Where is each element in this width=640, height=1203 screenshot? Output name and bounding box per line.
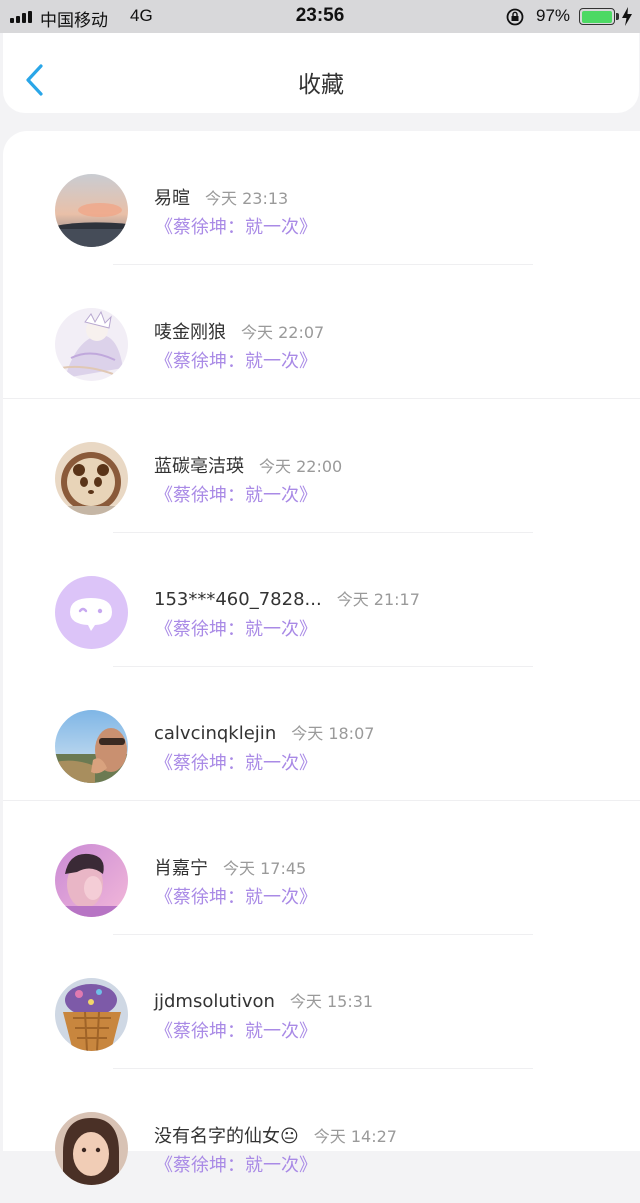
avatar[interactable]: [55, 710, 128, 783]
favorite-title: 《蔡徐坤：就一次》: [155, 1155, 317, 1176]
battery-tip: [616, 13, 619, 20]
list-item[interactable]: jjdmsolutivon 今天 15:31 《蔡徐坤：就一次》: [3, 935, 640, 1069]
list-item[interactable]: 蓝碳亳洁瑛 今天 22:00 《蔡徐坤：就一次》: [3, 399, 640, 533]
user-name: 易暄: [154, 188, 190, 209]
user-name: 蓝碳亳洁瑛: [154, 456, 244, 477]
name-time-line: 肖嘉宁 今天 17:45: [154, 854, 306, 880]
battery-fill: [581, 10, 612, 23]
waffle-avatar-image: [55, 978, 128, 1051]
favorite-title: 《蔡徐坤：就一次》: [155, 753, 317, 774]
favorite-time: 今天 17:45: [223, 859, 307, 878]
favorite-title: 《蔡徐坤：就一次》: [155, 217, 317, 238]
name-time-line: 153***460_7828... 今天 21:17: [154, 586, 420, 612]
name-time-line: 蓝碳亳洁瑛 今天 22:00: [154, 452, 342, 478]
user-name: 唛金刚狼: [154, 322, 226, 343]
battery-icon: [579, 8, 615, 25]
favorite-time: 今天 23:13: [205, 189, 289, 208]
favorite-title: 《蔡徐坤：就一次》: [155, 887, 317, 908]
user-name: jjdmsolutivon: [154, 991, 275, 1012]
page-title: 收藏: [298, 72, 344, 98]
name-time-line: 易暄 今天 23:13: [154, 184, 288, 210]
battery-percent: 97%: [536, 6, 571, 25]
avatar[interactable]: [55, 576, 128, 649]
girl-portrait-avatar-image: [55, 1112, 128, 1185]
avatar[interactable]: [55, 1112, 128, 1185]
user-name: 153***460_7828...: [154, 589, 322, 610]
rotation-lock-icon: [506, 8, 524, 26]
name-time-line: calvcinqklejin 今天 18:07: [154, 720, 374, 746]
favorites-list: 易暄 今天 23:13 《蔡徐坤：就一次》 唛金刚狼 今天 22:07 《蔡徐坤：就…: [3, 131, 640, 1185]
sunset-avatar-image: [55, 174, 128, 247]
avatar[interactable]: [55, 978, 128, 1051]
name-time-line: jjdmsolutivon 今天 15:31: [154, 988, 373, 1014]
nav-bar: 收藏: [3, 33, 639, 113]
favorite-title: 《蔡徐坤：就一次》: [155, 351, 317, 372]
favorite-title: 《蔡徐坤：就一次》: [155, 1021, 317, 1042]
user-name: calvcinqklejin: [154, 723, 277, 744]
favorite-time: 今天 22:00: [259, 457, 343, 476]
user-name: 肖嘉宁: [154, 858, 208, 879]
charging-bolt-icon: [622, 7, 632, 26]
favorite-title: 《蔡徐坤：就一次》: [155, 485, 317, 506]
pink-portrait-avatar-image: [55, 844, 128, 917]
avatar[interactable]: [55, 174, 128, 247]
list-item[interactable]: 没有名字的仙女😐 今天 14:27 《蔡徐坤：就一次》: [3, 1069, 640, 1203]
person-avatar-image: [55, 710, 128, 783]
panda-latte-avatar-image: [55, 442, 128, 515]
user-name: 没有名字的仙女😐: [154, 1126, 299, 1147]
favorite-time: 今天 15:31: [289, 992, 374, 1011]
favorite-time: 今天 18:07: [291, 724, 375, 743]
avatar[interactable]: [55, 442, 128, 515]
favorite-time: 今天 14:27: [313, 1127, 397, 1146]
avatar[interactable]: [55, 844, 128, 917]
name-time-line: 没有名字的仙女😐 今天 14:27: [154, 1122, 397, 1148]
favorite-title: 《蔡徐坤：就一次》: [155, 619, 317, 640]
name-time-line: 唛金刚狼 今天 22:07: [154, 318, 324, 344]
list-item[interactable]: 易暄 今天 23:13 《蔡徐坤：就一次》: [3, 131, 640, 265]
list-item[interactable]: 肖嘉宁 今天 17:45 《蔡徐坤：就一次》: [3, 801, 640, 935]
status-bar: 中国移动 4G 23:56 97%: [0, 0, 640, 33]
anime-avatar-image: [55, 308, 128, 381]
favorite-time: 今天 22:07: [241, 323, 325, 342]
default-avatar-icon: [55, 576, 128, 649]
list-item[interactable]: 唛金刚狼 今天 22:07 《蔡徐坤：就一次》: [3, 265, 640, 399]
favorite-time: 今天 21:17: [336, 590, 420, 609]
list-item[interactable]: calvcinqklejin 今天 18:07 《蔡徐坤：就一次》: [3, 667, 640, 801]
avatar[interactable]: [55, 308, 128, 381]
list-item[interactable]: 153***460_7828... 今天 21:17 《蔡徐坤：就一次》: [3, 533, 640, 667]
